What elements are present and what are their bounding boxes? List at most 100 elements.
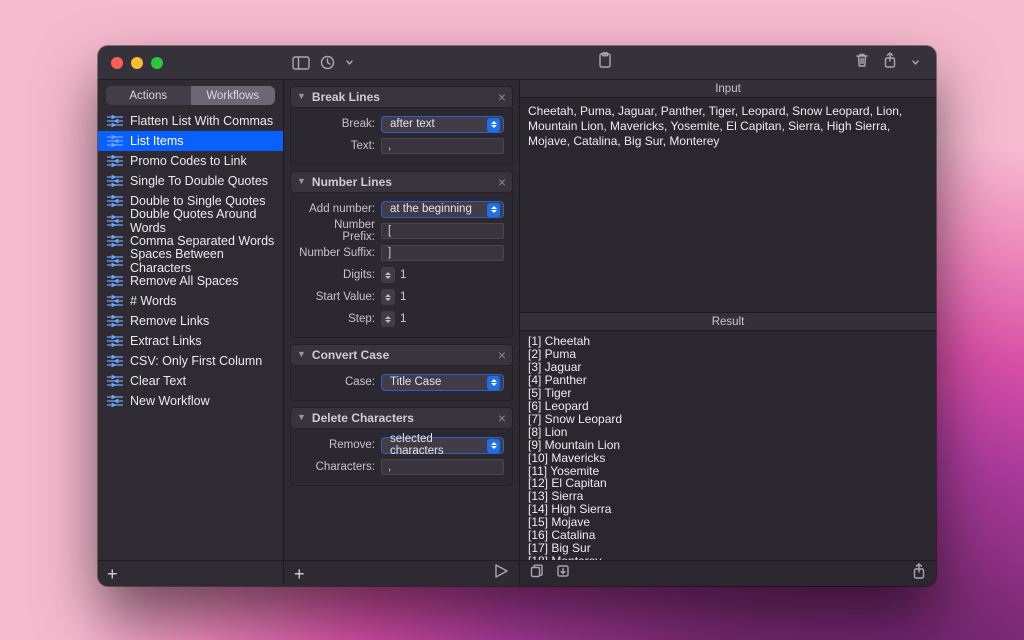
dropdown-chevron-icon[interactable] [911,54,920,72]
block-header[interactable]: ▼ Break Lines × [290,86,513,108]
sidebar-item[interactable]: List Items [98,131,283,151]
remove-block-button[interactable]: × [498,410,506,426]
field-label: Text: [299,140,381,152]
start-stepper[interactable] [381,289,395,305]
result-textarea[interactable]: [1] Cheetah[2] Puma[3] Jaguar[4] Panther… [520,331,936,560]
result-line: [5] Tiger [528,387,928,400]
field-label: Add number: [299,203,381,215]
disclosure-triangle-icon: ▼ [297,412,306,422]
workflow-icon [107,195,123,207]
sidebar-item-label: Single To Double Quotes [130,174,268,188]
send-down-icon[interactable] [556,564,570,583]
sidebar-item[interactable]: Flatten List With Commas [98,111,283,131]
disclosure-triangle-icon: ▼ [297,176,306,186]
sidebar-item[interactable]: Single To Double Quotes [98,171,283,191]
block-header[interactable]: ▼ Number Lines × [290,171,513,193]
sidebar-item-label: Extract Links [130,334,202,348]
characters-input[interactable]: , [381,459,504,475]
sidebar-item-label: Double Quotes Around Words [130,207,275,235]
chevron-updown-icon [487,118,500,132]
result-line: [12] El Capitan [528,477,928,490]
chevron-updown-icon [487,376,500,390]
remove-block-button[interactable]: × [498,89,506,105]
workflow-icon [107,175,123,187]
result-footer [520,560,936,586]
digits-stepper[interactable] [381,267,395,283]
remove-mode-select[interactable]: selected characters [381,437,504,454]
sidebar-item-label: Clear Text [130,374,186,388]
sidebar-item[interactable]: # Words [98,291,283,311]
sidebar-item[interactable]: Remove Links [98,311,283,331]
add-workflow-button[interactable]: + [107,565,118,583]
close-window-button[interactable] [111,57,123,69]
run-workflow-button[interactable] [493,563,509,584]
add-block-button[interactable]: + [294,565,305,583]
sidebar-item[interactable]: Spaces Between Characters [98,251,283,271]
step-stepper[interactable] [381,311,395,327]
remove-block-button[interactable]: × [498,347,506,363]
sidebar-item-label: Spaces Between Characters [130,247,275,275]
digits-value: 1 [400,269,406,281]
case-select[interactable]: Title Case [381,374,504,391]
result-line: [6] Leopard [528,400,928,413]
zoom-window-button[interactable] [151,57,163,69]
number-suffix-input[interactable]: ] [381,245,504,261]
field-label: Remove: [299,439,381,451]
block-title: Convert Case [312,348,389,362]
trash-icon[interactable] [855,52,869,73]
sidebar-item[interactable]: Promo Codes to Link [98,151,283,171]
titlebar [98,46,936,80]
remove-block-button[interactable]: × [498,174,506,190]
sidebar-item[interactable]: New Workflow [98,391,283,411]
start-value: 1 [400,291,406,303]
workflow-icon [107,135,123,147]
number-prefix-input[interactable]: [ [381,223,504,239]
copy-result-icon[interactable] [530,564,544,583]
input-textarea[interactable]: Cheetah, Puma, Jaguar, Panther, Tiger, L… [520,98,936,313]
workflow-icon [107,215,123,227]
field-label: Step: [299,313,381,325]
dropdown-chevron-icon[interactable] [345,58,354,67]
tab-actions[interactable]: Actions [106,86,191,105]
sidebar-item-label: New Workflow [130,394,210,408]
window-controls [98,57,284,69]
workflow-footer: + [284,560,519,586]
result-line: [2] Puma [528,348,928,361]
result-line: [4] Panther [528,374,928,387]
workflow-icon [107,255,123,267]
workflow-icon [107,275,123,287]
block-break-lines: ▼ Break Lines × Break: after text Text: … [290,86,513,165]
app-window: Actions Workflows Flatten List With Comm… [98,46,936,586]
block-header[interactable]: ▼ Delete Characters × [290,407,513,429]
workflow-icon [107,355,123,367]
tab-workflows[interactable]: Workflows [191,86,276,105]
workflow-icon [107,115,123,127]
share-icon[interactable] [883,52,897,73]
export-result-icon[interactable] [912,563,926,584]
sidebar-item-label: Comma Separated Words [130,234,274,248]
add-number-select[interactable]: at the beginning [381,201,504,218]
sidebar-item[interactable]: CSV: Only First Column [98,351,283,371]
step-value: 1 [400,313,406,325]
break-mode-select[interactable]: after text [381,116,504,133]
sidebar-item[interactable]: Extract Links [98,331,283,351]
sidebar-item[interactable]: Clear Text [98,371,283,391]
sidebar-item-label: Flatten List With Commas [130,114,273,128]
sidebar-item-label: Remove Links [130,314,209,328]
field-label: Number Prefix: [299,219,381,243]
field-label: Characters: [299,461,381,473]
minimize-window-button[interactable] [131,57,143,69]
history-icon[interactable] [320,55,335,70]
result-line: [7] Snow Leopard [528,413,928,426]
sidebar-tabs: Actions Workflows [106,86,275,105]
sidebar-item-label: # Words [130,294,176,308]
break-text-input[interactable]: , [381,138,504,154]
sidebar-item[interactable]: Double Quotes Around Words [98,211,283,231]
result-line: [1] Cheetah [528,335,928,348]
block-header[interactable]: ▼ Convert Case × [290,344,513,366]
toggle-sidebar-icon[interactable] [292,56,310,70]
clipboard-icon[interactable] [598,52,612,73]
field-label: Start Value: [299,291,381,303]
workflow-icon [107,295,123,307]
block-convert-case: ▼ Convert Case × Case: Title Case [290,344,513,401]
